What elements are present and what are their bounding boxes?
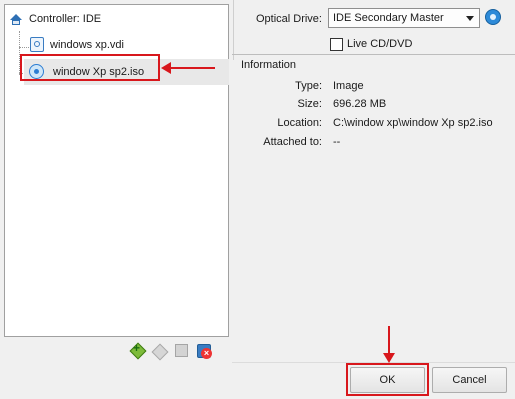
- ide-controller-icon: [9, 12, 23, 26]
- annotation-box-selected-item: [20, 54, 160, 81]
- optical-drive-value: IDE Secondary Master: [333, 12, 444, 24]
- add-floppy-icon[interactable]: [174, 343, 190, 359]
- controller-label: Controller: IDE: [29, 13, 102, 25]
- cancel-button-label: Cancel: [452, 374, 487, 386]
- live-cd-label: Live CD/DVD: [347, 38, 413, 50]
- info-key: Size:: [297, 98, 322, 110]
- information-group-divider: [232, 54, 515, 55]
- info-key: Type:: [295, 80, 322, 92]
- info-key: Location:: [277, 117, 322, 129]
- information-heading: Information: [241, 59, 297, 71]
- add-controller-icon[interactable]: +: [129, 341, 147, 360]
- info-key: Attached to:: [263, 136, 322, 148]
- chevron-down-icon: [466, 16, 474, 21]
- add-hard-disk-icon[interactable]: [151, 343, 169, 361]
- info-value-type: Image: [333, 80, 364, 92]
- cancel-button[interactable]: Cancel: [432, 367, 507, 393]
- annotation-arrow: [388, 326, 390, 356]
- annotation-arrow: [170, 67, 215, 69]
- optical-drive-label: Optical Drive:: [255, 13, 322, 25]
- choose-disk-icon[interactable]: [485, 9, 501, 25]
- tree-item-hard-disk[interactable]: windows xp.vdi: [30, 37, 124, 52]
- info-value-size: 696.28 MB: [333, 98, 387, 110]
- annotation-arrowhead: [383, 353, 395, 363]
- hard-disk-icon: [30, 37, 44, 52]
- remove-attachment-icon[interactable]: ×: [196, 343, 212, 359]
- info-value-attached-to: --: [333, 136, 341, 148]
- info-value-location: C:\window xp\window Xp sp2.iso: [333, 117, 493, 129]
- optical-drive-select[interactable]: IDE Secondary Master: [328, 8, 480, 28]
- tree-connector: [19, 47, 29, 48]
- live-cd-checkbox[interactable]: [330, 38, 343, 51]
- annotation-arrowhead: [161, 62, 171, 74]
- annotation-box-ok: [346, 363, 429, 396]
- tree-item-controller[interactable]: Controller: IDE: [9, 12, 101, 26]
- tree-item-label: windows xp.vdi: [50, 38, 124, 51]
- vertical-separator: [233, 0, 234, 60]
